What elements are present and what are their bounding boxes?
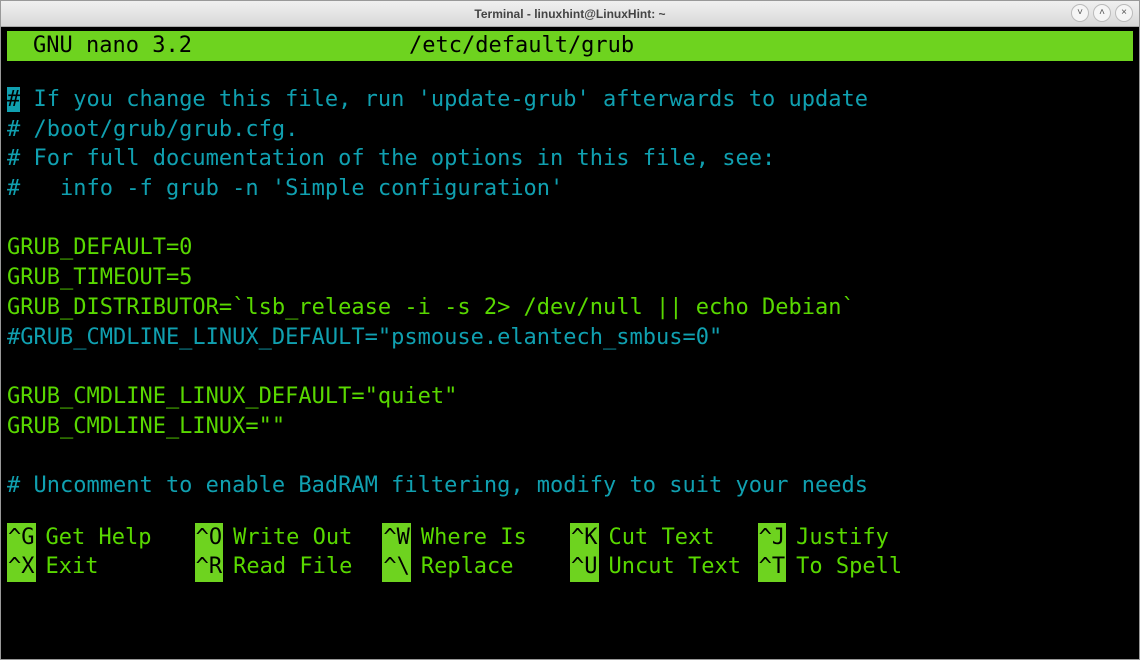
nano-titlebar: GNU nano 3.2 /etc/default/grub: [7, 31, 1133, 61]
editor-line: GRUB_CMDLINE_LINUX="": [7, 414, 285, 439]
shortcut-label: Write Out: [223, 523, 352, 553]
maximize-button[interactable]: ˄: [1093, 4, 1111, 22]
editor-line: #GRUB_CMDLINE_LINUX_DEFAULT="psmouse.ela…: [7, 325, 722, 350]
nano-filename: /etc/default/grub: [349, 31, 1131, 61]
editor-line: # Uncomment to enable BadRAM filtering, …: [7, 473, 868, 498]
editor-line: # /boot/grub/grub.cfg.: [7, 117, 298, 142]
shortcut-label: Get Help: [36, 523, 152, 553]
close-button[interactable]: ×: [1115, 4, 1133, 22]
maximize-icon: ˄: [1099, 8, 1105, 18]
shortcut-get-help[interactable]: ^GGet Help: [7, 523, 195, 553]
minimize-icon: ˅: [1077, 8, 1083, 18]
shortcut-label: Where Is: [411, 523, 527, 553]
shortcut-exit[interactable]: ^XExit: [7, 552, 195, 582]
shortcut-key: ^G: [7, 523, 36, 553]
shortcut-key: ^O: [195, 523, 224, 553]
editor-line: If you change this file, run 'update-gru…: [20, 87, 868, 112]
shortcut-label: Uncut Text: [599, 552, 741, 582]
editor-line: GRUB_DISTRIBUTOR=`lsb_release -i -s 2> /…: [7, 295, 855, 320]
shortcut-uncut-text[interactable]: ^UUncut Text: [570, 552, 758, 582]
shortcut-key: ^R: [195, 552, 224, 582]
shortcut-label: Justify: [786, 523, 889, 553]
nano-app-label: GNU nano 3.2: [9, 31, 349, 61]
close-icon: ×: [1121, 8, 1127, 18]
nano-shortcut-bar: ^GGet Help ^OWrite Out ^WWhere Is ^KCut …: [7, 523, 1133, 582]
editor-line: # For full documentation of the options …: [7, 146, 775, 171]
shortcut-key: ^K: [570, 523, 599, 553]
shortcut-read-file[interactable]: ^RRead File: [195, 552, 383, 582]
editor-line: # info -f grub -n 'Simple configuration': [7, 176, 563, 201]
shortcut-label: Read File: [223, 552, 352, 582]
cursor: #: [7, 87, 20, 112]
nano-editor-body[interactable]: # If you change this file, run 'update-g…: [7, 61, 1133, 501]
editor-line: GRUB_DEFAULT=0: [7, 235, 192, 260]
window-title: Terminal - linuxhint@LinuxHint: ~: [474, 7, 665, 21]
shortcut-justify[interactable]: ^JJustify: [758, 523, 946, 553]
shortcut-label: Replace: [411, 552, 514, 582]
shortcut-key: ^T: [758, 552, 787, 582]
window-titlebar: Terminal - linuxhint@LinuxHint: ~ ˅ ˄ ×: [1, 1, 1139, 27]
shortcut-cut-text[interactable]: ^KCut Text: [570, 523, 758, 553]
minimize-button[interactable]: ˅: [1071, 4, 1089, 22]
shortcut-to-spell[interactable]: ^TTo Spell: [758, 552, 946, 582]
window-controls: ˅ ˄ ×: [1071, 4, 1133, 22]
shortcut-label: Cut Text: [599, 523, 715, 553]
shortcut-key: ^\: [382, 552, 411, 582]
shortcut-write-out[interactable]: ^OWrite Out: [195, 523, 383, 553]
shortcut-replace[interactable]: ^\Replace: [382, 552, 570, 582]
terminal-viewport[interactable]: GNU nano 3.2 /etc/default/grub # If you …: [1, 27, 1139, 659]
shortcut-label: To Spell: [786, 552, 902, 582]
editor-line: GRUB_TIMEOUT=5: [7, 265, 192, 290]
shortcut-key: ^W: [382, 523, 411, 553]
shortcut-where-is[interactable]: ^WWhere Is: [382, 523, 570, 553]
shortcut-key: ^U: [570, 552, 599, 582]
editor-line: GRUB_CMDLINE_LINUX_DEFAULT="quiet": [7, 384, 457, 409]
terminal-window: Terminal - linuxhint@LinuxHint: ~ ˅ ˄ × …: [0, 0, 1140, 660]
shortcut-key: ^J: [758, 523, 787, 553]
shortcut-key: ^X: [7, 552, 36, 582]
shortcut-label: Exit: [36, 552, 99, 582]
